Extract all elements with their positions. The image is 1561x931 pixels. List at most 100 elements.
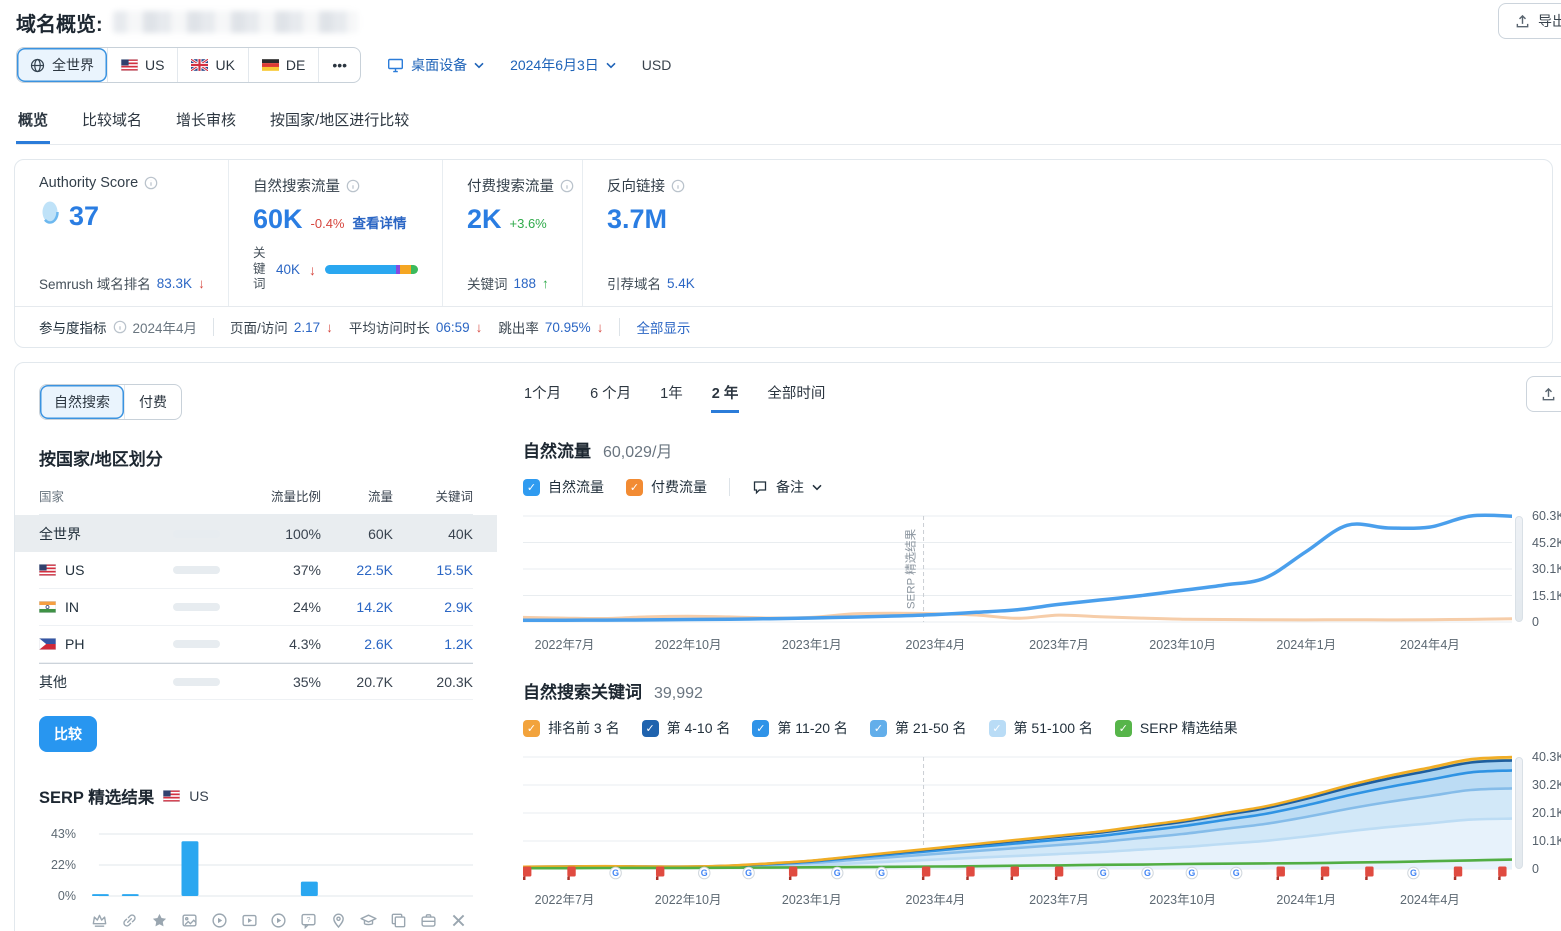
country-tab-uk[interactable]: UK (177, 48, 247, 82)
legend-21-50-checkbox[interactable]: ✓ 第 21-50 名 (869, 718, 967, 738)
legend-serp-checkbox[interactable]: ✓ SERP 精选结果 (1114, 718, 1238, 738)
ref-domains-link[interactable]: 5.4K (667, 276, 695, 291)
google-update-marker: G (698, 866, 711, 880)
legend-paid-checkbox[interactable]: ✓ 付费流量 (626, 477, 707, 497)
page-title: 域名概览: (16, 13, 103, 36)
country-tab-de[interactable]: DE (247, 48, 318, 82)
video-box-icon (234, 912, 264, 929)
legend-top3-checkbox[interactable]: ✓ 排名前 3 名 (523, 718, 620, 738)
tab-compare-by-country[interactable]: 按国家/地区进行比较 (268, 103, 411, 144)
country-more-button[interactable]: ••• (318, 48, 360, 82)
ph-flag-icon (39, 638, 56, 650)
export-button[interactable]: 导出成 (1498, 3, 1561, 39)
google-update-marker: G (831, 866, 844, 880)
note-flag-marker (655, 866, 665, 880)
uk-flag-icon (191, 59, 209, 71)
serp-bar-svg (91, 833, 473, 897)
keywords-svg[interactable]: GGGGGGGGGG (523, 751, 1512, 883)
google-update-marker: G (1407, 866, 1420, 880)
note-flag-marker (1054, 866, 1064, 880)
organic-delta: -0.4% (310, 216, 345, 231)
keywords-x-axis: 2022年7月 2022年10月 2023年1月 2023年4月 2023年7月 2023… (534, 893, 1460, 907)
range-all[interactable]: 全部时间 (766, 382, 826, 413)
topbar: 域名概览: 导出成 全世界 US UK DE (0, 0, 1561, 145)
paid-toggle-button[interactable]: 付费 (124, 385, 181, 419)
trend-up-arrow: ↑ (542, 275, 549, 291)
svg-text:G: G (1233, 868, 1240, 878)
range-1m[interactable]: 1个月 (523, 382, 562, 413)
pages-per-visit-value: 2.17 (293, 319, 321, 335)
serp-featured-heading: SERP 精选结果 US (39, 788, 209, 807)
note-flag-marker (1276, 866, 1285, 880)
chart-drag-handle[interactable] (1515, 757, 1523, 869)
range-1y[interactable]: 1年 (659, 382, 684, 413)
tab-overview[interactable]: 概览 (16, 103, 51, 144)
chart-drag-handle[interactable] (1515, 516, 1523, 622)
paid-delta: +3.6% (509, 216, 547, 231)
keywords-count-link[interactable]: 40K (276, 262, 300, 277)
legend-organic-checkbox[interactable]: ✓ 自然流量 (523, 477, 604, 497)
tab-compare-domains[interactable]: 比较域名 (80, 103, 144, 144)
note-flag-marker (1010, 866, 1019, 880)
note-flag-marker (1365, 866, 1374, 880)
country-row-us[interactable]: US 37% 22.5K 15.5K (39, 552, 473, 589)
google-update-marker: G (1185, 866, 1199, 880)
country-row-in[interactable]: IN 24% 14.2K 2.9K (39, 589, 473, 626)
view-details-link[interactable]: 查看详情 (353, 212, 407, 232)
legend-51-100-checkbox[interactable]: ✓ 第 51-100 名 (988, 718, 1093, 738)
country-row-world[interactable]: 全世界 100% 60K 40K (15, 515, 497, 552)
country-selector: 全世界 US UK DE ••• (16, 47, 362, 83)
note-flag-marker (921, 866, 931, 880)
country-row-ph[interactable]: PH 4.3% 2.6K 1.2K (39, 626, 473, 663)
metrics-card: Authority Score 37 Semrush 域名排名 83.3K ↓ … (14, 159, 1553, 348)
country-row-other[interactable]: 其他 35% 20.7K 20.3K (39, 663, 473, 700)
organic-toggle-button[interactable]: 自然搜索 (40, 385, 124, 419)
date-selector[interactable]: 2024年6月3日 (510, 55, 616, 75)
play-circle-icon (204, 912, 234, 929)
chart-export-button[interactable]: 导 (1526, 376, 1561, 412)
country-tab-us[interactable]: US (107, 48, 177, 82)
note-flag-marker (523, 866, 532, 880)
countries-table: 国家 流量比例 流量 关键词 全世界 100% 60K 40K US 37% 2… (15, 482, 497, 700)
keywords-y-axis: 40.3K30.2K20.1K10.1K0 (1532, 750, 1561, 876)
show-all-link[interactable]: 全部显示 (636, 317, 690, 337)
monitor-icon (387, 57, 404, 73)
compare-button[interactable]: 比较 (39, 716, 97, 752)
charts-panel: 1个月 6 个月 1年 2 年 全部时间 导 自然流量 60,029/月 ✓ 自… (497, 363, 1561, 931)
chevron-down-icon (812, 484, 822, 491)
info-icon[interactable] (560, 179, 574, 193)
svg-text:G: G (745, 868, 752, 878)
google-update-marker: G (742, 866, 755, 880)
x-twitter-icon (443, 912, 473, 929)
legend-11-20-checkbox[interactable]: ✓ 第 11-20 名 (752, 718, 848, 738)
info-icon[interactable] (144, 176, 158, 190)
info-icon[interactable] (113, 320, 127, 334)
main-tabs: 概览 比较域名 增长审核 按国家/地区进行比较 (16, 103, 1561, 145)
organic-traffic-legend: ✓ 自然流量 ✓ 付费流量 备注 (523, 477, 1561, 497)
tab-growth-audit[interactable]: 增长审核 (174, 103, 238, 144)
organic-traffic-svg[interactable]: SERP 精选结果 (523, 510, 1512, 628)
trend-down-arrow: ↓ (308, 261, 316, 278)
country-tab-world[interactable]: 全世界 (17, 48, 107, 82)
upload-icon (1515, 14, 1530, 29)
de-flag-icon (261, 59, 279, 71)
range-6m[interactable]: 6 个月 (589, 382, 632, 413)
legend-4-10-checkbox[interactable]: ✓ 第 4-10 名 (641, 718, 730, 738)
domain-rank-link[interactable]: 83.3K (157, 276, 192, 291)
range-2y[interactable]: 2 年 (710, 382, 740, 413)
main-card: 自然搜索 付费 按国家/地区划分 国家 流量比例 流量 关键词 全世界 100%… (14, 362, 1561, 931)
chevron-down-icon (606, 62, 616, 69)
notes-dropdown[interactable]: 备注 (752, 477, 822, 497)
note-flag-marker (788, 866, 798, 880)
info-icon[interactable] (671, 179, 685, 193)
organic-traffic-y-axis: 60.3K45.2K30.1K15.1K0 (1532, 509, 1561, 629)
trend-down-arrow: ↓ (198, 275, 205, 291)
crown-icon (85, 912, 115, 929)
keywords-chart: G G G G G G G G G G 2022年7月 2022年10月 2023年1月 2023年4月… (523, 750, 1561, 907)
backlinks-card: 反向链接 3.7M 引荐域名 5.4K (582, 160, 1552, 306)
paid-keywords-link[interactable]: 188 (514, 276, 537, 291)
google-update-marker: G (875, 866, 888, 880)
device-selector[interactable]: 桌面设备 (387, 55, 484, 75)
svg-text:G: G (612, 868, 619, 878)
info-icon[interactable] (346, 179, 360, 193)
